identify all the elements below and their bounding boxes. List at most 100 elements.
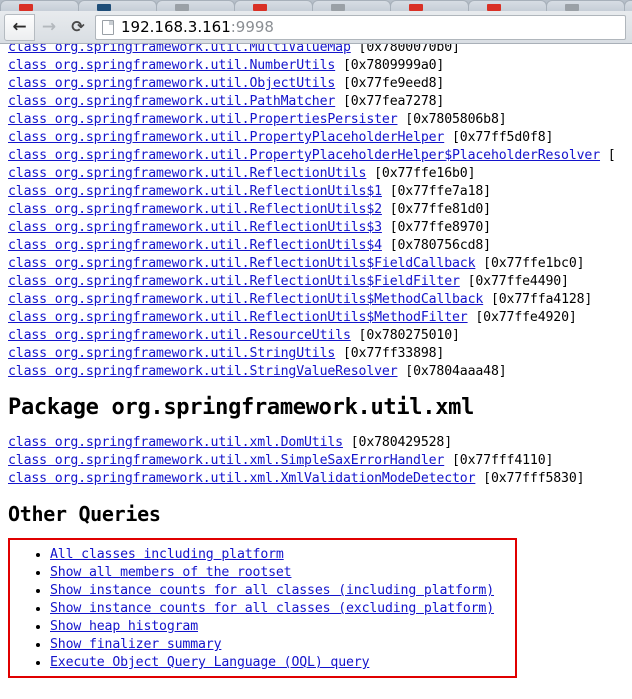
class-line: class org.springframework.util.Reflectio… [8,237,632,255]
class-link[interactable]: class org.springframework.util.ObjectUti… [8,76,335,91]
class-address: [0x77ffe81d0] [382,202,491,217]
class-address: [0x77fe9eed8] [335,76,444,91]
class-list: class org.springframework.util.MultiValu… [8,44,632,381]
class-line: class org.springframework.util.ResourceU… [8,327,632,345]
browser-tab[interactable] [78,0,157,11]
tab-favicon [19,4,33,11]
class-line: class org.springframework.util.xml.XmlVa… [8,470,632,488]
class-address: [ [600,148,616,163]
browser-tab[interactable] [0,0,79,11]
class-line: class org.springframework.util.Reflectio… [8,165,632,183]
class-link[interactable]: class org.springframework.util.MultiValu… [8,44,351,55]
class-line: class org.springframework.util.Reflectio… [8,219,632,237]
class-line: class org.springframework.util.PathMatch… [8,93,632,111]
url-port: :9998 [231,18,274,36]
class-link[interactable]: class org.springframework.util.PropertyP… [8,130,444,145]
browser-tab[interactable] [624,0,632,11]
class-line: class org.springframework.util.ObjectUti… [8,75,632,93]
class-address: [0x780756cd8] [382,238,491,253]
page-viewport[interactable]: class org.springframework.util.MultiValu… [0,44,632,698]
class-link[interactable]: class org.springframework.util.Reflectio… [8,256,475,271]
class-link[interactable]: class org.springframework.util.Reflectio… [8,202,382,217]
class-link[interactable]: class org.springframework.util.Reflectio… [8,310,468,325]
browser-toolbar: ← → ⟳ 192.168.3.161:9998 [0,11,632,44]
browser-tab[interactable] [468,0,547,11]
class-link[interactable]: class org.springframework.util.Reflectio… [8,166,366,181]
package-heading: Package org.springframework.util.xml [8,395,632,420]
other-query-link[interactable]: Show finalizer summary [50,637,221,652]
browser-tab[interactable] [156,0,235,11]
class-address: [0x77ffe4920] [468,310,577,325]
class-line: class org.springframework.util.StringUti… [8,345,632,363]
class-line: class org.springframework.util.Reflectio… [8,255,632,273]
other-query-item: Show heap histogram [50,618,515,636]
class-line: class org.springframework.util.Reflectio… [8,201,632,219]
class-link[interactable]: class org.springframework.util.Propertie… [8,112,397,127]
class-address: [0x7804aaa48] [397,364,506,379]
other-query-item: Show all members of the rootset [50,564,515,582]
tab-strip[interactable] [0,0,632,11]
browser-tab[interactable] [312,0,391,11]
browser-tab[interactable] [234,0,313,11]
class-link[interactable]: class org.springframework.util.Reflectio… [8,274,460,289]
spacer [8,420,632,434]
class-link[interactable]: class org.springframework.util.xml.XmlVa… [8,471,475,486]
other-query-link[interactable]: Show all members of the rootset [50,565,291,580]
class-address: [0x77fea7278] [335,94,444,109]
back-arrow-icon[interactable]: ← [4,14,35,41]
reload-icon[interactable]: ⟳ [64,14,92,40]
tab-favicon [565,4,579,11]
other-query-link[interactable]: Show heap histogram [50,619,198,634]
class-link[interactable]: class org.springframework.util.NumberUti… [8,58,335,73]
tab-favicon [409,4,423,11]
class-line: class org.springframework.util.MultiValu… [8,44,632,57]
class-address: [0x77ff33898] [335,346,444,361]
other-query-item: Show finalizer summary [50,636,515,654]
class-address: [0x77ffa4128] [483,292,592,307]
forward-arrow-icon[interactable]: → [35,14,63,40]
tab-favicon [331,4,345,11]
other-query-item: All classes including platform [50,546,515,564]
class-link[interactable]: class org.springframework.util.PropertyP… [8,148,600,163]
other-query-item: Execute Object Query Language (OQL) quer… [50,654,515,672]
class-link[interactable]: class org.springframework.util.Reflectio… [8,292,483,307]
class-address: [0x780275010] [351,328,460,343]
class-link[interactable]: class org.springframework.util.StringUti… [8,346,335,361]
class-address: [0x77fff5830] [475,471,584,486]
class-link[interactable]: class org.springframework.util.Reflectio… [8,238,382,253]
class-line: class org.springframework.util.xml.Simpl… [8,452,632,470]
other-query-link[interactable]: All classes including platform [50,547,284,562]
other-query-link[interactable]: Show instance counts for all classes (ex… [50,601,494,616]
other-query-item: Show instance counts for all classes (in… [50,582,515,600]
class-address: [0x7800070b0] [351,44,460,55]
class-address: [0x77fff4110] [444,453,553,468]
class-line: class org.springframework.util.xml.DomUt… [8,434,632,452]
class-line: class org.springframework.util.Propertie… [8,111,632,129]
other-query-link[interactable]: Execute Object Query Language (OQL) quer… [50,655,369,670]
other-queries-list: All classes including platform Show all m… [10,546,515,672]
class-link[interactable]: class org.springframework.util.StringVal… [8,364,397,379]
spacer [8,488,632,502]
page-document-icon [102,20,114,35]
address-bar[interactable]: 192.168.3.161:9998 [95,15,626,40]
class-link[interactable]: class org.springframework.util.PathMatch… [8,94,335,109]
class-line: class org.springframework.util.PropertyP… [8,147,632,165]
class-line: class org.springframework.util.Reflectio… [8,309,632,327]
class-address: [0x7809999a0] [335,58,444,73]
browser-tab[interactable] [390,0,469,11]
spacer [8,381,632,395]
xml-class-list: class org.springframework.util.xml.DomUt… [8,434,632,488]
browser-tab[interactable] [546,0,625,11]
class-link[interactable]: class org.springframework.util.ResourceU… [8,328,351,343]
class-link[interactable]: class org.springframework.util.xml.Simpl… [8,453,444,468]
page-content: class org.springframework.util.MultiValu… [8,44,632,678]
class-address: [0x77ffe1bc0] [475,256,584,271]
class-link[interactable]: class org.springframework.util.Reflectio… [8,220,382,235]
other-queries-heading: Other Queries [8,502,632,526]
class-line: class org.springframework.util.StringVal… [8,363,632,381]
class-address: [0x77ffe16b0] [366,166,475,181]
class-link[interactable]: class org.springframework.util.Reflectio… [8,184,382,199]
browser-chrome: ← → ⟳ 192.168.3.161:9998 [0,0,632,44]
class-link[interactable]: class org.springframework.util.xml.DomUt… [8,435,343,450]
other-query-link[interactable]: Show instance counts for all classes (in… [50,583,494,598]
